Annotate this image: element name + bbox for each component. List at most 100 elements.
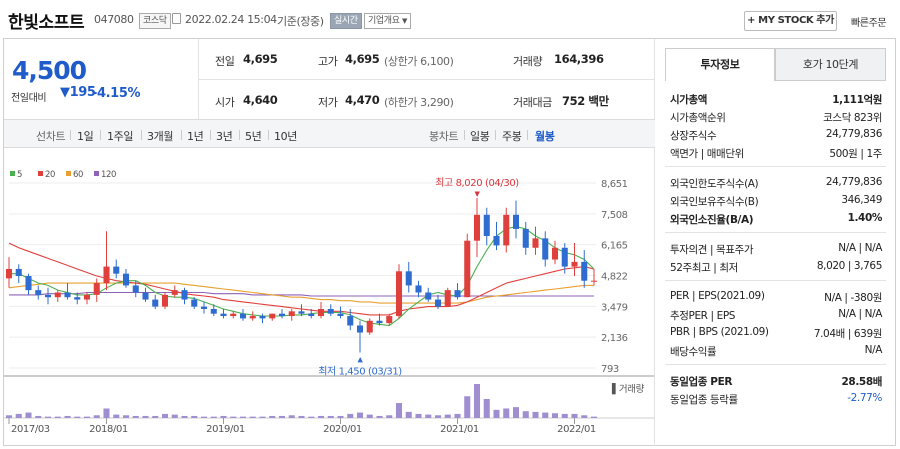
- side-divider: [665, 166, 886, 167]
- volume-bar: [230, 416, 237, 418]
- info-row: 동일업종 등락률 -2.77%: [670, 392, 882, 408]
- tab-investment-info[interactable]: 투자정보: [665, 48, 775, 81]
- investment-info-panel: 시가총액 1,111억원 시가총액순위 코스닥 823위 상장주식수 24,779,836…: [665, 88, 886, 408]
- info-row: 외국인소진율(B/A) 1.40%: [670, 212, 882, 228]
- candle-body: [444, 290, 451, 307]
- tab-5year[interactable]: 5년: [245, 128, 262, 144]
- mystock-add-button[interactable]: + MY STOCK 추가: [744, 11, 837, 31]
- x-tick-label: 2020/01: [323, 424, 362, 435]
- info-label: 외국인한도주식수(A): [670, 178, 759, 190]
- volume-bar: [386, 415, 393, 418]
- candle-body: [161, 294, 169, 307]
- info-row: 추정PER | EPS N/A | N/A: [670, 308, 882, 324]
- candle-body: [337, 313, 344, 317]
- tab-daily[interactable]: 일봉: [470, 128, 490, 144]
- current-price: 4,500: [12, 56, 87, 85]
- mystock-add-label: MY STOCK 추가: [758, 15, 834, 26]
- tab-3year[interactable]: 3년: [216, 128, 233, 144]
- prev-close-label: 전일: [215, 55, 235, 68]
- info-label: PER | EPS(2021.09): [670, 290, 765, 302]
- down-arrow-icon: ▼: [475, 190, 481, 198]
- legend-swatch: [94, 171, 99, 176]
- company-info-label: 기업개요: [368, 16, 400, 26]
- volume-bar: [269, 415, 276, 418]
- chevron-down-icon: ▼: [402, 17, 407, 25]
- candle-body: [464, 240, 471, 298]
- info-value: N/A: [864, 344, 883, 356]
- candle-body: [405, 271, 412, 286]
- candle-body: [347, 316, 354, 326]
- candle-body: [590, 280, 598, 282]
- candle-chart-label: 봉차트: [429, 130, 459, 143]
- candle-body: [434, 299, 442, 307]
- volume-bar: [337, 415, 344, 418]
- volume-label: 거래량: [513, 55, 543, 68]
- candle-body: [473, 214, 481, 241]
- volume-bar: [5, 415, 13, 418]
- tab-monthly[interactable]: 월봉: [535, 128, 555, 144]
- tab-1day[interactable]: 1일: [77, 128, 94, 144]
- volume-bar: [395, 403, 403, 418]
- info-value: N/A | N/A: [838, 242, 882, 254]
- plus-icon: +: [747, 15, 756, 26]
- tab-1year[interactable]: 1년: [187, 128, 204, 144]
- tab-1week[interactable]: 1주일: [107, 128, 133, 144]
- info-label: 동일업종 PER: [670, 376, 733, 388]
- volume-bar: [454, 413, 461, 418]
- info-row: 배당수익률 N/A: [670, 344, 882, 360]
- high-label: 고가: [318, 55, 338, 68]
- price-chart[interactable]: 8,651 7,508 6,165 4,822 3,479 2,136 793 5 20 60 12…: [4, 150, 654, 446]
- candle-body: [483, 214, 490, 236]
- info-value: 7.04배 | 639원: [813, 328, 883, 340]
- tab-orderbook[interactable]: 호가 10단계: [775, 48, 886, 81]
- volume-bar: [132, 415, 139, 418]
- info-label: 상장주식수: [670, 130, 717, 142]
- info-value: 8,020 | 3,765: [816, 260, 883, 272]
- candle-body: [249, 316, 256, 319]
- volume-bar: [503, 408, 510, 418]
- x-tick-label: 2022/01: [557, 424, 596, 435]
- candle-body: [454, 290, 461, 298]
- volume-bar: [64, 415, 71, 418]
- volume-bar: [532, 411, 539, 418]
- side-divider: [665, 232, 886, 233]
- volume-bar: [493, 409, 500, 418]
- x-tick-label: 2018/01: [89, 424, 128, 435]
- tab-3month[interactable]: 3개월: [147, 128, 173, 144]
- upper-limit: (상한가 6,100): [384, 55, 454, 68]
- chart-period-tabs: 선차트 1일 1주일 3개월 1년 3년 5년 10년 봉차트 일봉 주봉 월봉: [4, 119, 655, 148]
- info-row: PER | EPS(2021.09) N/A | -380원: [670, 290, 882, 306]
- candle-body: [64, 292, 71, 298]
- volume-bar: [200, 416, 208, 418]
- y-tick-label: 6,165: [601, 241, 628, 252]
- info-label: 액면가 | 매매단위: [670, 148, 744, 160]
- candle-body: [327, 308, 334, 314]
- volume-bar: [278, 415, 286, 418]
- company-info-dropdown[interactable]: 기업개요 ▼: [364, 13, 411, 29]
- y-tick-label: 3,479: [601, 302, 628, 313]
- tab-weekly[interactable]: 주봉: [502, 128, 522, 144]
- open-value: 4,640: [243, 93, 278, 107]
- candle-body: [15, 268, 22, 277]
- volume-bar: [483, 398, 490, 418]
- info-label: 배당수익률: [670, 346, 717, 358]
- candle-body: [132, 285, 139, 293]
- candle-body: [308, 313, 315, 317]
- realtime-badge[interactable]: 실시간: [330, 13, 362, 29]
- info-row: 52주최고 | 최저 8,020 | 3,765: [670, 260, 882, 276]
- quick-order-link[interactable]: 빠른주문: [851, 14, 887, 29]
- candle-body: [230, 313, 237, 317]
- volume-bar: [191, 415, 198, 418]
- stock-name: 한빛소프트: [8, 13, 85, 33]
- info-row: 시가총액순위 코스닥 823위: [670, 110, 882, 126]
- volume-bar: [561, 413, 568, 418]
- market-badge: 코스닥: [139, 13, 171, 29]
- volume-bar: [161, 413, 169, 418]
- candle-body: [239, 313, 247, 319]
- candle-body: [113, 266, 120, 274]
- document-icon: [172, 13, 181, 24]
- volume-bar: [522, 411, 529, 418]
- volume-bar: [473, 384, 481, 418]
- high-value: 4,695: [345, 52, 380, 66]
- tab-10year[interactable]: 10년: [274, 128, 297, 144]
